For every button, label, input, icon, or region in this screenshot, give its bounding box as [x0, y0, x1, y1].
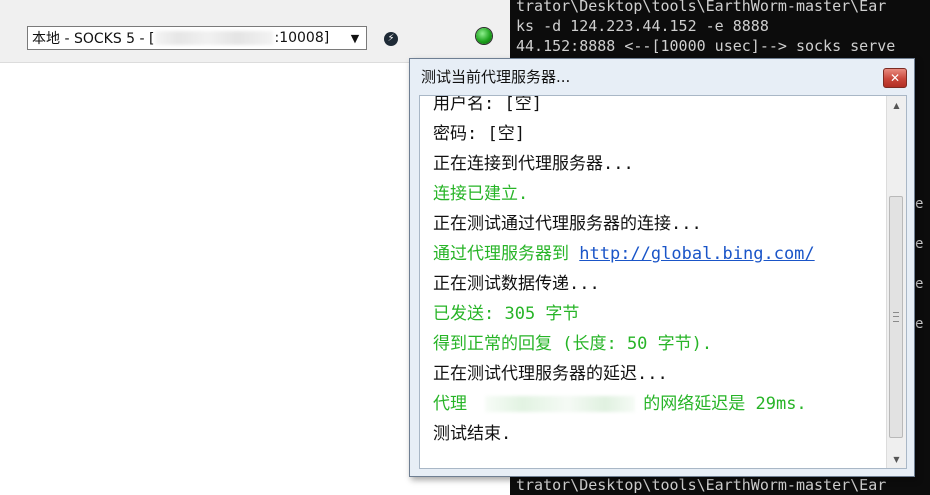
grip-icon — [893, 312, 899, 322]
log-line-text: 代理 — [433, 394, 478, 414]
proxy-select-suffix: :10008] — [274, 30, 330, 46]
dialog-titlebar[interactable]: 测试当前代理服务器... ✕ — [410, 59, 914, 93]
log-line: 正在测试数据传递... — [433, 274, 600, 294]
terminal-line: ks -d 124.223.44.152 -e 8888 — [516, 17, 769, 35]
log-line: 已发送: 305 字节 — [433, 304, 580, 324]
latency-text: 的网络延迟是 29ms. — [643, 394, 807, 414]
redacted-ip — [485, 396, 636, 412]
proxy-test-dialog: 测试当前代理服务器... ✕ 用户名: [空] 密码: [空] 正在连接到代理服… — [409, 58, 915, 477]
test-log: 用户名: [空] 密码: [空] 正在连接到代理服务器... 连接已建立. 正在… — [419, 95, 907, 469]
terminal-line: trator\Desktop\tools\EarthWorm-master\Ea… — [516, 476, 887, 494]
log-line: 正在测试代理服务器的延迟... — [433, 364, 668, 384]
log-line-text: 通过代理服务器到 — [433, 244, 580, 264]
log-content: 用户名: [空] 密码: [空] 正在连接到代理服务器... 连接已建立. 正在… — [433, 95, 883, 449]
proxy-toolbar: 本地 - SOCKS 5 - [ :10008] ▼ ⚡ — [0, 0, 510, 63]
lightning-icon[interactable]: ⚡ — [384, 32, 398, 46]
log-line: 正在测试通过代理服务器的连接... — [433, 214, 702, 234]
terminal-fragment: e — [915, 316, 924, 332]
log-line: 通过代理服务器到 http://global.bing.com/ — [433, 239, 883, 269]
test-url-link[interactable]: http://global.bing.com/ — [579, 244, 814, 264]
terminal-fragment: e — [915, 276, 924, 292]
scroll-up-arrow-icon[interactable]: ▲ — [887, 96, 906, 114]
status-indicator-icon — [476, 28, 492, 44]
log-line: 用户名: [空] — [433, 95, 542, 114]
log-line: 测试结束. — [433, 424, 512, 444]
terminal-fragment: e — [915, 236, 924, 252]
log-line: 正在连接到代理服务器... — [433, 154, 634, 174]
proxy-select-prefix: 本地 - SOCKS 5 - [ — [32, 31, 155, 47]
terminal-line: 44.152:8888 <--[10000 usec]--> socks ser… — [516, 37, 896, 55]
close-button[interactable]: ✕ — [883, 68, 907, 88]
terminal-line: trator\Desktop\tools\EarthWorm-master\Ea… — [516, 0, 887, 15]
redacted-address — [155, 31, 274, 45]
log-line: 得到正常的回复 (长度: 50 字节). — [433, 334, 713, 354]
dropdown-arrow-icon[interactable]: ▼ — [344, 27, 366, 49]
log-line: 密码: [空] — [433, 124, 525, 144]
scroll-thumb[interactable] — [889, 196, 903, 438]
proxy-server-select[interactable]: 本地 - SOCKS 5 - [ :10008] ▼ — [27, 26, 367, 50]
close-icon: ✕ — [889, 71, 901, 85]
log-line: 连接已建立. — [433, 184, 529, 204]
dialog-title: 测试当前代理服务器... — [421, 68, 571, 86]
terminal-fragment: e — [915, 196, 924, 212]
vertical-scrollbar[interactable]: ▲ ▼ — [886, 96, 906, 468]
log-line: 代理 的网络延迟是 29ms. — [433, 389, 883, 419]
scroll-down-arrow-icon[interactable]: ▼ — [887, 450, 906, 468]
